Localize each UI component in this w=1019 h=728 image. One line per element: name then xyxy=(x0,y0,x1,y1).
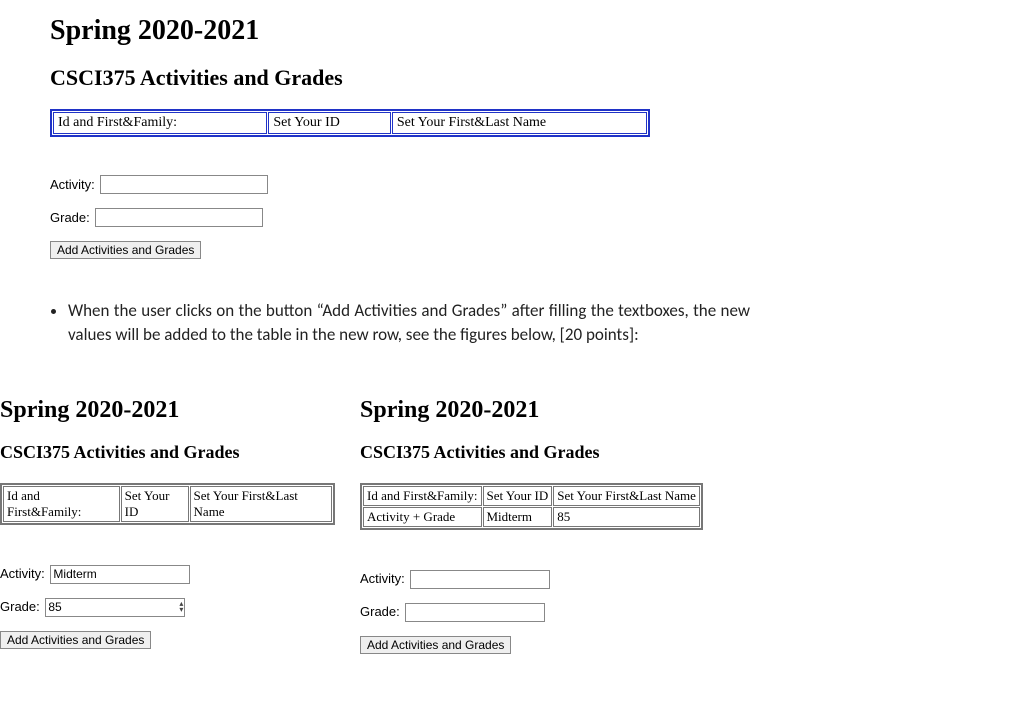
form-area: Activity: Grade: Add Activities and Grad… xyxy=(50,175,1019,259)
info-table: Id and First&Family: Set Your ID Set You… xyxy=(50,109,650,137)
activity-input[interactable] xyxy=(410,570,550,589)
example-left-subheading: CSCI375 Activities and Grades xyxy=(0,442,335,463)
example-right-table: Id and First&Family: Set Your ID Set You… xyxy=(360,483,703,530)
grade-input[interactable] xyxy=(95,208,263,227)
add-activities-button[interactable]: Add Activities and Grades xyxy=(0,631,151,649)
add-activities-button[interactable]: Add Activities and Grades xyxy=(50,241,201,259)
table-cell-id-label: Id and First&Family: xyxy=(53,112,267,134)
table-cell-name-value: Set Your First&Last Name xyxy=(392,112,647,134)
instruction-bullet: When the user clicks on the button “Add … xyxy=(68,299,750,347)
table-row: Id and First&Family: Set Your ID Set You… xyxy=(363,486,700,506)
example-right-subheading: CSCI375 Activities and Grades xyxy=(360,442,720,463)
table-cell: 85 xyxy=(553,507,700,527)
activity-label: Activity: xyxy=(360,571,405,586)
grade-input[interactable] xyxy=(45,598,185,617)
table-row: Activity + Grade Midterm 85 xyxy=(363,507,700,527)
table-cell: Id and First&Family: xyxy=(3,486,120,522)
add-activities-button[interactable]: Add Activities and Grades xyxy=(360,636,511,654)
example-right-heading: Spring 2020-2021 xyxy=(360,397,720,424)
page-subheading: CSCI375 Activities and Grades xyxy=(50,65,1019,91)
activity-label: Activity: xyxy=(50,177,95,192)
table-cell: Set Your ID xyxy=(483,486,553,506)
instruction-section: When the user clicks on the button “Add … xyxy=(50,299,750,347)
grade-input[interactable] xyxy=(405,603,545,622)
example-left-heading: Spring 2020-2021 xyxy=(0,397,335,424)
example-left-table: Id and First&Family: Set Your ID Set You… xyxy=(0,483,335,525)
activity-label: Activity: xyxy=(0,566,45,581)
grade-label: Grade: xyxy=(0,599,40,614)
table-cell-id-value: Set Your ID xyxy=(268,112,390,134)
example-left-form: Activity: Grade: ▴▾ Add Activities and G… xyxy=(0,565,335,649)
table-cell: Activity + Grade xyxy=(363,507,482,527)
table-cell: Set Your ID xyxy=(121,486,189,522)
table-row: Id and First&Family: Set Your ID Set You… xyxy=(53,112,647,134)
table-cell: Midterm xyxy=(483,507,553,527)
activity-input[interactable] xyxy=(50,565,190,584)
table-cell: Id and First&Family: xyxy=(363,486,482,506)
page-heading: Spring 2020-2021 xyxy=(50,15,1019,47)
grade-label: Grade: xyxy=(50,210,90,225)
table-cell: Set Your First&Last Name xyxy=(190,486,332,522)
grade-label: Grade: xyxy=(360,604,400,619)
table-row: Id and First&Family: Set Your ID Set You… xyxy=(3,486,332,522)
example-right-form: Activity: Grade: Add Activities and Grad… xyxy=(360,570,720,654)
activity-input[interactable] xyxy=(100,175,268,194)
table-cell: Set Your First&Last Name xyxy=(553,486,700,506)
